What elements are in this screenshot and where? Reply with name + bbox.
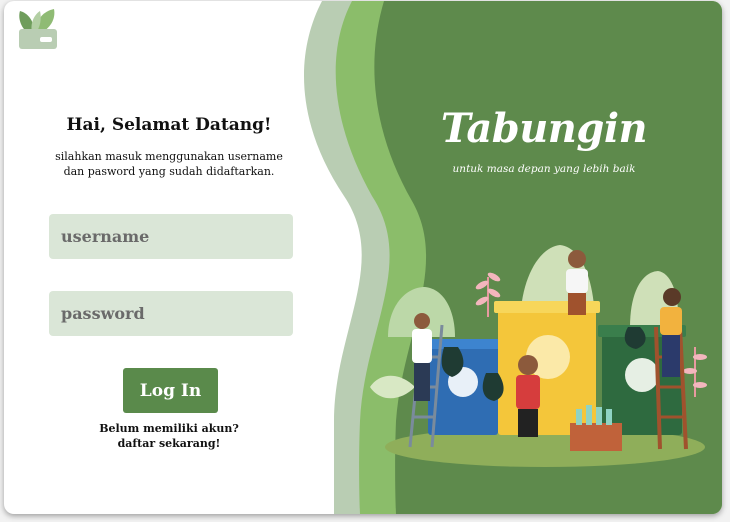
brand-name: Tabungin — [440, 105, 648, 152]
recycling-kids-illustration — [370, 245, 707, 467]
brand-tagline: untuk masa depan yang lebih baik — [452, 163, 636, 175]
login-card: Hai, Selamat Datang! silahkan masuk meng… — [4, 1, 722, 514]
